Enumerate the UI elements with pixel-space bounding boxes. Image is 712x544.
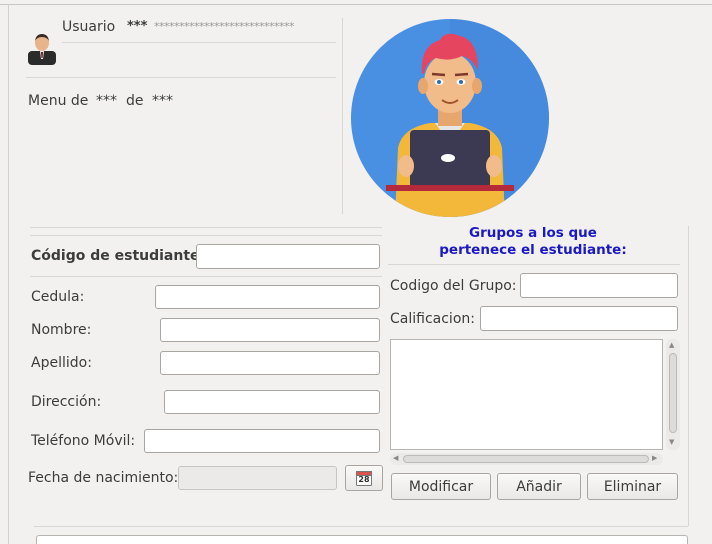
menu-middle-label: de — [126, 93, 144, 109]
user-masked-value: **************************** — [154, 20, 295, 33]
direccion-input[interactable] — [164, 390, 380, 414]
calificacion-input[interactable] — [480, 306, 678, 331]
user-label: Usuario — [62, 19, 116, 35]
calendar-icon: 28 — [356, 470, 372, 486]
groups-right-border — [688, 226, 689, 526]
telefono-label: Teléfono Móvil: — [31, 433, 136, 449]
groups-title-line1: Grupos a los que — [469, 225, 597, 241]
fecha-label: Fecha de nacimiento: — [28, 470, 179, 486]
scroll-left-arrow-icon: ◀ — [393, 454, 399, 462]
header-vertical-separator — [342, 18, 343, 214]
nombre-label: Nombre: — [31, 322, 92, 338]
form-top-separator-1 — [30, 227, 382, 228]
cedula-label: Cedula: — [31, 289, 85, 305]
user-value: *** — [127, 19, 148, 34]
student-code-input[interactable] — [196, 244, 380, 269]
apellido-label: Apellido: — [31, 355, 92, 371]
fecha-input — [178, 466, 337, 490]
eliminar-button[interactable]: Eliminar — [587, 473, 678, 500]
menu-prefix-label: Menu de — [28, 93, 89, 109]
apellido-input[interactable] — [160, 351, 380, 375]
hscroll-thumb[interactable] — [403, 455, 649, 463]
direccion-label: Dirección: — [31, 394, 102, 410]
window-top-border — [0, 4, 712, 5]
vscroll-thumb[interactable] — [669, 353, 677, 433]
calificacion-label: Calificacion: — [390, 311, 475, 327]
window-left-border — [8, 4, 9, 544]
cedula-input[interactable] — [155, 285, 380, 309]
nombre-input[interactable] — [160, 318, 380, 342]
anadir-button[interactable]: Añadir — [497, 473, 581, 500]
calendar-button[interactable]: 28 — [345, 465, 383, 491]
scroll-up-arrow-icon: ▲ — [669, 341, 675, 349]
group-code-label: Codigo del Grupo: — [390, 278, 517, 294]
student-code-label: Código de estudiante: — [31, 248, 206, 264]
groups-list[interactable] — [390, 339, 663, 450]
calendar-day-label: 28 — [358, 475, 370, 484]
groups-list-vscrollbar[interactable]: ▲ ▼ — [666, 339, 680, 450]
groups-title-line2: pertenece el estudiante: — [439, 242, 627, 258]
groups-title-separator — [388, 264, 680, 265]
groups-list-hscrollbar[interactable]: ◀ ▶ — [390, 453, 663, 465]
header-separator — [26, 77, 336, 78]
modificar-button[interactable]: Modificar — [391, 473, 491, 500]
scroll-down-arrow-icon: ▼ — [669, 438, 675, 446]
scroll-right-arrow-icon: ▶ — [652, 454, 658, 462]
telefono-input[interactable] — [144, 429, 380, 453]
user-underline — [62, 42, 336, 43]
menu-role-value: *** — [96, 93, 117, 109]
group-code-input[interactable] — [520, 273, 678, 298]
bottom-panel — [36, 535, 688, 544]
form-top-separator-2 — [30, 235, 382, 236]
bottom-separator — [34, 526, 688, 527]
menu-name-value: *** — [152, 93, 173, 109]
student-avatar-image — [350, 18, 550, 218]
code-separator — [30, 276, 382, 277]
user-avatar-icon — [26, 31, 58, 65]
